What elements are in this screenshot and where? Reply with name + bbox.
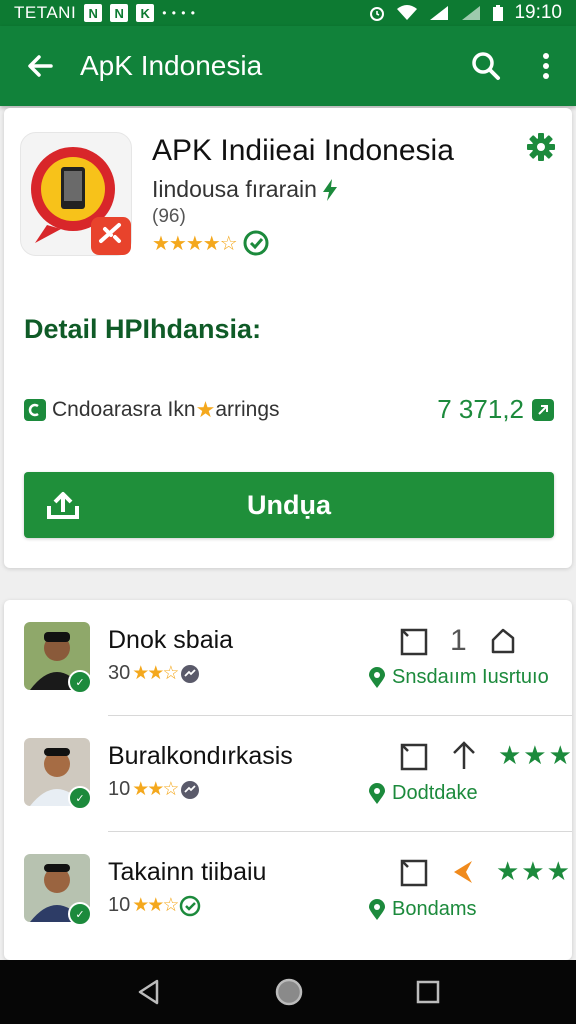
gear-icon — [527, 133, 555, 161]
review-actions: ★★★ — [398, 856, 572, 887]
location-pin-icon — [369, 898, 385, 920]
more-notifications-icon: • • • • — [162, 6, 196, 20]
nav-home-icon[interactable] — [274, 977, 304, 1007]
app-icon[interactable] — [20, 132, 132, 256]
notification-icon: K — [136, 4, 155, 22]
info-icon — [24, 398, 46, 421]
app-size: (96) — [152, 206, 186, 227]
reviews-card: ✓ Dnok sbaia 30 ★★☆ 1 Snsdaıım Iusrtuıo … — [4, 600, 572, 960]
detail-heading: Detail HPIhdansia: — [24, 314, 262, 344]
verified-badge-icon: ✓ — [68, 786, 92, 810]
back-button[interactable] — [0, 26, 80, 106]
clock: 19:10 — [514, 2, 562, 23]
verified-check-icon — [243, 230, 269, 256]
app-rating: ★★★★☆ — [152, 230, 269, 256]
review-location: Snsdaıım Iusrtuıo — [368, 666, 549, 689]
arrow-back-icon — [28, 55, 53, 77]
nav-recents-icon[interactable] — [415, 979, 441, 1005]
signal-icon — [462, 6, 481, 20]
review-meta: 30 ★★☆ — [108, 662, 201, 685]
reviewer-name: Buralkondırkasis — [108, 742, 293, 770]
reviewer-name: Dnok sbaia — [108, 626, 234, 654]
wifi-icon — [397, 5, 418, 20]
location-label: Bondams — [392, 898, 477, 920]
carrier-label: TETANI — [14, 3, 77, 22]
review-count: 10 — [108, 894, 131, 916]
review-item[interactable]: ✓ Buralkondırkasis 10 ★★☆ ★★★ Dodtdake — [4, 716, 572, 832]
notification-icon: N — [110, 4, 129, 22]
review-meta: 10 ★★☆ — [108, 778, 201, 801]
action-count: 1 — [450, 624, 467, 657]
document-icon[interactable] — [398, 857, 430, 887]
review-count: 30 — [108, 662, 131, 684]
alarm-icon — [370, 7, 385, 21]
notification-icon: N — [84, 4, 103, 22]
settings-button[interactable] — [526, 132, 556, 167]
green-stars-icon: ★★★ — [498, 740, 574, 770]
lightning-icon — [322, 178, 337, 201]
developer-label: Iindousa fırarain — [152, 176, 317, 202]
review-location: Dodtdake — [368, 782, 478, 805]
verified-badge-icon: ✓ — [68, 902, 92, 926]
reviewer-name: Takainn tiibaiu — [108, 858, 267, 886]
search-icon — [472, 52, 500, 80]
stat-label: Cndoarasra Ikn — [52, 397, 196, 421]
review-meta: 10 ★★☆ — [108, 894, 201, 917]
battery-icon — [493, 5, 504, 21]
more-vert-icon — [543, 53, 549, 79]
phone-app-logo-icon — [31, 147, 131, 255]
orange-star-icon — [454, 860, 472, 883]
app-bar: ApK Indonesia — [0, 26, 576, 106]
stat-label-suffix: arrings — [215, 397, 280, 421]
stat-value: 7 371,2 — [437, 394, 524, 424]
expand-icon[interactable] — [532, 398, 554, 421]
download-button[interactable]: Undụa — [24, 472, 554, 538]
location-pin-icon — [369, 782, 385, 804]
green-stars-icon: ★★★ — [496, 856, 572, 886]
review-stars: ★★☆ — [132, 895, 179, 916]
app-bar-title: ApK Indonesia — [80, 50, 263, 81]
document-icon[interactable] — [398, 741, 430, 771]
review-actions: ★★★ — [398, 740, 574, 771]
pin-icon[interactable] — [450, 740, 478, 771]
app-title: APK Indiieai Indonesia — [152, 134, 454, 167]
system-nav-bar — [0, 960, 576, 1024]
review-stars: ★★☆ — [132, 779, 179, 800]
review-actions: 1 — [398, 624, 519, 658]
messenger-icon — [181, 780, 200, 799]
status-bar: TETANI N N K • • • • 19:10 — [0, 0, 576, 26]
verified-check-icon — [180, 895, 201, 916]
rating-stars: ★★★★☆ — [152, 232, 238, 255]
review-stars: ★★☆ — [132, 663, 179, 684]
location-pin-icon — [369, 666, 385, 688]
star-icon: ★ — [195, 396, 216, 422]
document-icon[interactable] — [398, 626, 430, 656]
upload-icon — [47, 492, 79, 519]
signal-icon — [430, 6, 449, 20]
location-label: Snsdaıım Iusrtuıo — [392, 666, 549, 688]
review-location: Bondams — [368, 898, 477, 921]
review-count: 10 — [108, 778, 131, 800]
share-icon[interactable] — [487, 626, 519, 656]
search-button[interactable] — [456, 26, 516, 106]
more-options-button[interactable] — [516, 26, 576, 106]
review-item[interactable]: ✓ Takainn tiibaiu 10 ★★☆ ★★★ Bondams — [4, 832, 572, 948]
app-detail-card: APK Indiieai Indonesia Iindousa fırarain… — [4, 108, 572, 568]
download-button-label: Undụa — [247, 489, 331, 520]
stats-row: Cndoarasra Ikn ★ arrings 7 371,2 — [24, 394, 554, 425]
messenger-icon — [181, 664, 200, 683]
review-item[interactable]: ✓ Dnok sbaia 30 ★★☆ 1 Snsdaıım Iusrtuıo — [4, 600, 572, 716]
location-label: Dodtdake — [392, 782, 478, 804]
verified-badge-icon: ✓ — [68, 670, 92, 694]
nav-back-icon[interactable] — [135, 978, 163, 1006]
app-developer: Iindousa fırarain — [152, 176, 339, 203]
